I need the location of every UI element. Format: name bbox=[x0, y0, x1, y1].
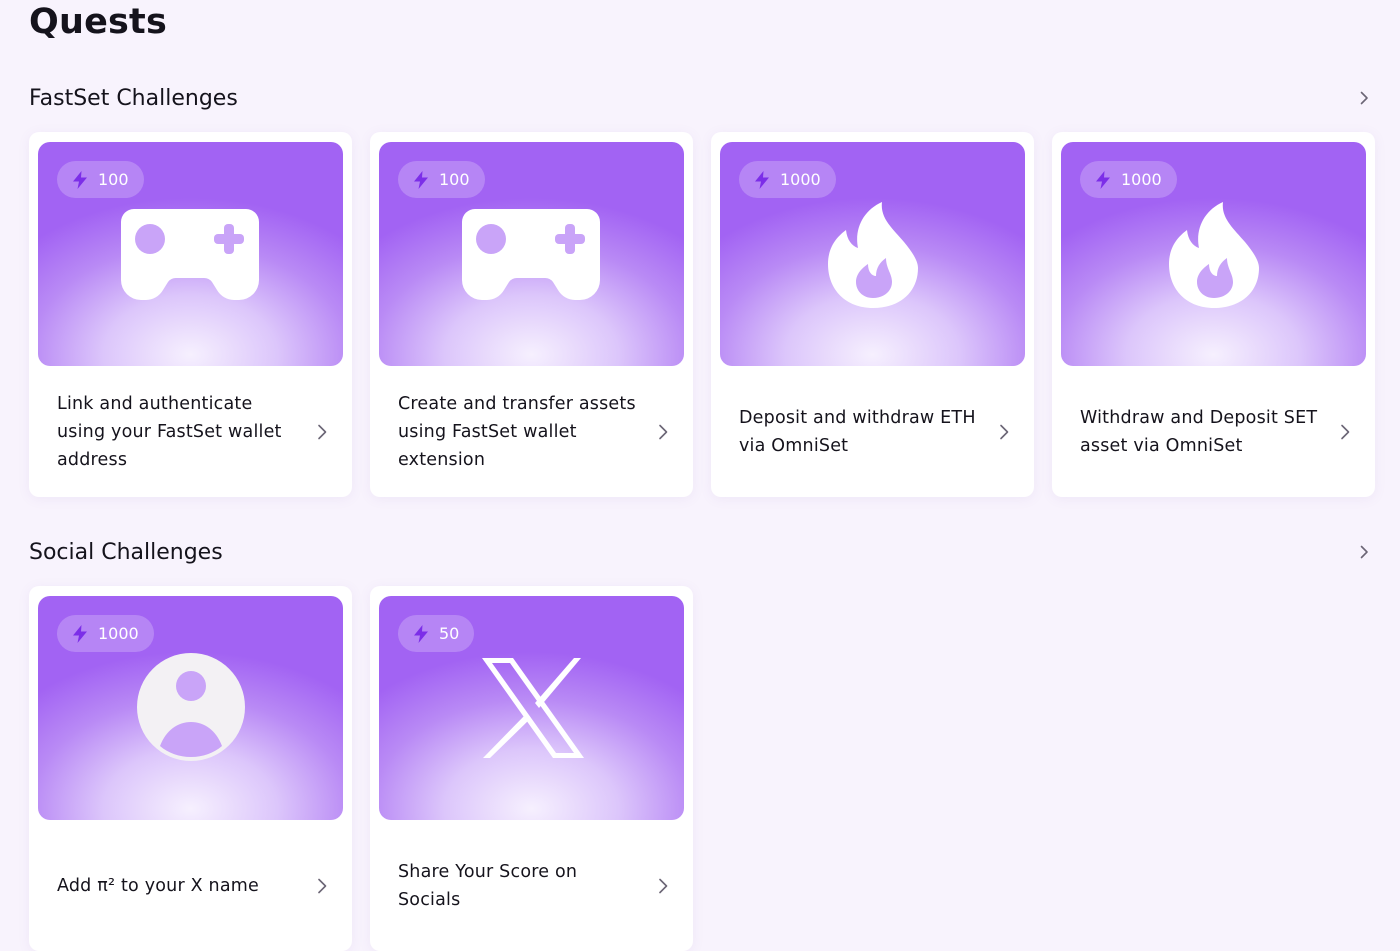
points-value: 1000 bbox=[780, 170, 821, 189]
section-header: FastSet Challenges bbox=[29, 80, 1375, 116]
quest-card[interactable]: 100 Create and transfer assets using Fas… bbox=[370, 132, 693, 497]
section-header: Social Challenges bbox=[29, 534, 1375, 570]
flame-icon bbox=[828, 202, 918, 308]
points-badge: 1000 bbox=[1080, 161, 1177, 198]
quest-card[interactable]: 50 Share Your Score on Socials bbox=[370, 586, 693, 951]
quest-card-body: Deposit and withdraw ETH via OmniSet bbox=[739, 366, 1014, 497]
quest-title: Create and transfer assets using FastSet… bbox=[398, 393, 636, 470]
quest-card[interactable]: 100 Link and authenticate using your Fas… bbox=[29, 132, 352, 497]
quest-card[interactable]: 1000 Withdraw and Deposit SET asset via … bbox=[1052, 132, 1375, 497]
lightning-icon bbox=[414, 624, 428, 643]
chevron-right-icon[interactable] bbox=[994, 422, 1014, 442]
points-badge: 50 bbox=[398, 615, 475, 652]
points-value: 1000 bbox=[1121, 170, 1162, 189]
x-logo-icon bbox=[482, 658, 584, 758]
chevron-right-icon[interactable] bbox=[653, 422, 673, 442]
points-value: 100 bbox=[439, 170, 470, 189]
lightning-icon bbox=[414, 170, 428, 189]
quest-title: Share Your Score on Socials bbox=[398, 861, 578, 910]
quest-card-body: Share Your Score on Socials bbox=[398, 820, 673, 951]
section-title: Social Challenges bbox=[29, 539, 223, 565]
points-badge: 1000 bbox=[57, 615, 154, 652]
points-value: 100 bbox=[98, 170, 129, 189]
quest-card[interactable]: 1000 Add π² to your X name bbox=[29, 586, 352, 951]
chevron-right-icon[interactable] bbox=[312, 876, 332, 896]
chevron-right-icon[interactable] bbox=[1353, 541, 1375, 563]
lightning-icon bbox=[1096, 170, 1110, 189]
chevron-right-icon[interactable] bbox=[1353, 87, 1375, 109]
user-avatar-icon bbox=[137, 653, 245, 761]
quest-card-image: 100 bbox=[379, 142, 684, 366]
quest-card-image: 1000 bbox=[1061, 142, 1366, 366]
points-value: 1000 bbox=[98, 624, 139, 643]
section-title: FastSet Challenges bbox=[29, 85, 238, 111]
chevron-right-icon[interactable] bbox=[653, 876, 673, 896]
points-value: 50 bbox=[439, 624, 460, 643]
quest-title: Deposit and withdraw ETH via OmniSet bbox=[739, 407, 976, 456]
quest-title: Add π² to your X name bbox=[57, 875, 259, 896]
chevron-right-icon[interactable] bbox=[312, 422, 332, 442]
quest-card-image: 50 bbox=[379, 596, 684, 820]
quest-card-body: Withdraw and Deposit SET asset via OmniS… bbox=[1080, 366, 1355, 497]
chevron-right-icon[interactable] bbox=[1335, 422, 1355, 442]
quest-card-body: Add π² to your X name bbox=[57, 820, 332, 951]
gamepad-icon bbox=[462, 209, 600, 300]
lightning-icon bbox=[73, 624, 87, 643]
quest-card-image: 1000 bbox=[720, 142, 1025, 366]
gamepad-icon bbox=[121, 209, 259, 300]
points-badge: 100 bbox=[57, 161, 144, 198]
points-badge: 1000 bbox=[739, 161, 836, 198]
page-title: Quests bbox=[29, 2, 168, 42]
quest-card-body: Link and authenticate using your FastSet… bbox=[57, 366, 332, 497]
lightning-icon bbox=[755, 170, 769, 189]
lightning-icon bbox=[73, 170, 87, 189]
quest-title: Link and authenticate using your FastSet… bbox=[57, 393, 282, 470]
quest-card-image: 100 bbox=[38, 142, 343, 366]
quest-card-body: Create and transfer assets using FastSet… bbox=[398, 366, 673, 497]
points-badge: 100 bbox=[398, 161, 485, 198]
quest-card-image: 1000 bbox=[38, 596, 343, 820]
flame-icon bbox=[1169, 202, 1259, 308]
quest-title: Withdraw and Deposit SET asset via OmniS… bbox=[1080, 407, 1318, 456]
quest-card[interactable]: 1000 Deposit and withdraw ETH via OmniSe… bbox=[711, 132, 1034, 497]
